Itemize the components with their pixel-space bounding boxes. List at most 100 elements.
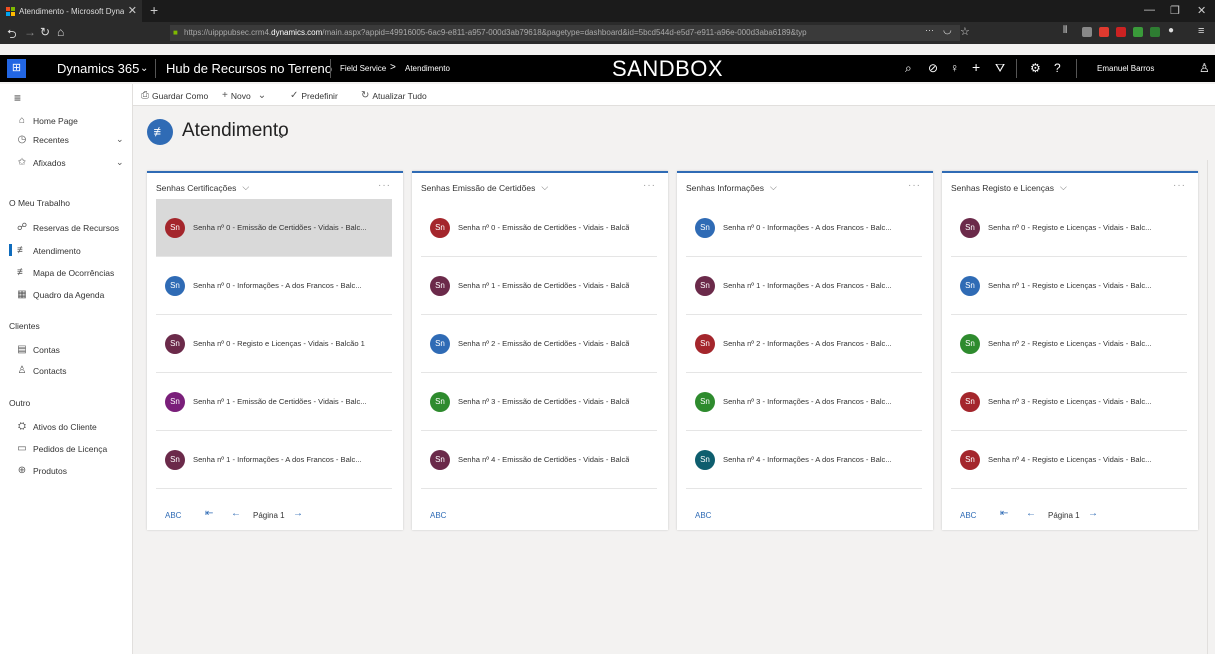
close-window-icon[interactable]: ✕: [1197, 4, 1206, 17]
back-icon[interactable]: ⮌: [7, 25, 17, 46]
advanced-find-icon[interactable]: ⛛: [995, 61, 1005, 76]
settings-icon[interactable]: ⚙: [1030, 61, 1041, 75]
previous-page-icon[interactable]: ←: [231, 508, 241, 519]
forward-icon[interactable]: →: [24, 25, 36, 39]
list-item-title[interactable]: Senha nº 0 - Emissão de Certidões - Vida…: [193, 223, 367, 232]
sidebar-icon[interactable]: [1082, 27, 1092, 37]
sidebar-item-license-requests[interactable]: ▭ Pedidos de Licença: [17, 443, 107, 454]
app-name[interactable]: Dynamics 365: [57, 61, 139, 76]
page-actions-button[interactable]: ···: [925, 25, 934, 35]
chevron-down-icon[interactable]: ⌄: [116, 157, 124, 168]
sidebar-item-accounts[interactable]: ▤ Contas: [17, 344, 60, 355]
chevron-down-icon[interactable]: ⌵: [541, 182, 548, 193]
list-item[interactable]: Sn Senha nº 2 - Registo e Licenças - Vida…: [951, 315, 1187, 373]
next-page-icon[interactable]: →: [1088, 508, 1098, 519]
sidebar-item-incident-map[interactable]: ≢ Mapa de Ocorrências: [17, 267, 114, 278]
bookmark-star-icon[interactable]: ☆: [960, 25, 970, 38]
extension-red-icon[interactable]: [1099, 27, 1109, 37]
sidebar-item-pinned[interactable]: ✩ Afixados: [17, 157, 66, 168]
user-icon[interactable]: ♙: [1199, 61, 1210, 75]
more-options-icon[interactable]: ···: [378, 180, 391, 191]
maximize-icon[interactable]: ❐: [1170, 4, 1180, 17]
panel-view-selector[interactable]: Senhas Informações ⌵: [686, 182, 777, 193]
set-default-button[interactable]: ✓ Predefinir: [290, 90, 338, 101]
save-as-button[interactable]: ⎙ Guardar Como: [141, 90, 208, 101]
refresh-all-button[interactable]: ↻ Atualizar Tudo: [361, 90, 427, 101]
pocket-icon[interactable]: ◡: [943, 25, 952, 36]
list-item-title[interactable]: Senha nº 2 - Registo e Licenças - Vidais…: [988, 339, 1151, 348]
list-item[interactable]: Sn Senha nº 4 - Emissão de Certidões - Vi…: [421, 431, 657, 489]
list-item-title[interactable]: Senha nº 1 - Informações - A dos Francos…: [723, 281, 892, 290]
list-item-title[interactable]: Senha nº 0 - Registo e Licenças - Vidais…: [193, 339, 365, 348]
list-item[interactable]: Sn Senha nº 0 - Registo e Licenças - Vida…: [156, 315, 392, 373]
sidebar-item-products[interactable]: ⊕ Produtos: [17, 465, 67, 476]
url-field[interactable]: ■ https://uipppubsec.crm4.dynamics.com/m…: [170, 25, 960, 41]
chevron-down-icon[interactable]: ⌄: [140, 63, 148, 74]
list-item-title[interactable]: Senha nº 3 - Emissão de Certidões - Vida…: [458, 397, 629, 406]
list-item[interactable]: Sn Senha nº 2 - Emissão de Certidões - Vi…: [421, 315, 657, 373]
sidebar-item-schedule-board[interactable]: ▦ Quadro da Agenda: [17, 289, 104, 300]
panel-view-selector[interactable]: Senhas Emissão de Certidões ⌵: [421, 182, 548, 193]
alphabet-filter[interactable]: ABC: [430, 511, 446, 520]
app-launcher-icon[interactable]: ⊞: [7, 59, 26, 78]
alphabet-filter[interactable]: ABC: [165, 511, 181, 520]
panel-view-selector[interactable]: Senhas Registo e Licenças ⌵: [951, 182, 1067, 193]
list-item-title[interactable]: Senha nº 1 - Informações - A dos Francos…: [193, 455, 362, 464]
list-item[interactable]: Sn Senha nº 0 - Informações - A dos Franc…: [156, 257, 392, 315]
first-page-icon[interactable]: ⇤: [1000, 508, 1008, 519]
chevron-down-icon[interactable]: ⌵: [242, 182, 249, 193]
hub-title[interactable]: Hub de Recursos no Terreno: [166, 61, 332, 76]
home-icon[interactable]: ⌂: [57, 25, 64, 39]
list-item[interactable]: Sn Senha nº 1 - Emissão de Certidões - Vi…: [421, 257, 657, 315]
list-item-title[interactable]: Senha nº 1 - Registo e Licenças - Vidais…: [988, 281, 1151, 290]
list-item-title[interactable]: Senha nº 4 - Informações - A dos Francos…: [723, 455, 892, 464]
reload-icon[interactable]: ↻: [40, 25, 50, 39]
chevron-down-icon[interactable]: ⌵: [770, 182, 777, 193]
list-item-title[interactable]: Senha nº 4 - Registo e Licenças - Vidais…: [988, 455, 1151, 464]
list-item-title[interactable]: Senha nº 0 - Emissão de Certidões - Vida…: [458, 223, 629, 232]
task-flow-icon[interactable]: ⊘: [928, 61, 938, 75]
more-options-icon[interactable]: ···: [1173, 180, 1186, 191]
list-item-title[interactable]: Senha nº 3 - Informações - A dos Francos…: [723, 397, 892, 406]
sidebar-item-contacts[interactable]: ♙ Contacts: [17, 365, 67, 376]
list-item[interactable]: Sn Senha nº 1 - Emissão de Certidões - Vi…: [156, 373, 392, 431]
list-item-title[interactable]: Senha nº 0 - Informações - A dos Francos…: [193, 281, 362, 290]
chevron-down-icon[interactable]: ⌄: [116, 134, 124, 145]
list-item[interactable]: Sn Senha nº 1 - Informações - A dos Franc…: [686, 257, 922, 315]
browser-tab[interactable]: Atendimento - Microsoft Dyna ✕: [0, 0, 142, 22]
list-item-title[interactable]: Senha nº 2 - Emissão de Certidões - Vida…: [458, 339, 629, 348]
search-icon[interactable]: ⌕: [905, 61, 912, 76]
sidebar-item-home[interactable]: ⌂ Home Page: [17, 115, 78, 126]
first-page-icon[interactable]: ⇤: [205, 508, 213, 519]
list-item[interactable]: Sn Senha nº 4 - Registo e Licenças - Vida…: [951, 431, 1187, 489]
list-item-title[interactable]: Senha nº 1 - Emissão de Certidões - Vida…: [193, 397, 367, 406]
list-item-title[interactable]: Senha nº 1 - Emissão de Certidões - Vida…: [458, 281, 629, 290]
extension-abp-icon[interactable]: [1116, 27, 1126, 37]
list-item[interactable]: Sn Senha nº 0 - Registo e Licenças - Vida…: [951, 199, 1187, 257]
list-item[interactable]: Sn Senha nº 3 - Emissão de Certidões - Vi…: [421, 373, 657, 431]
sidebar-item-customer-assets[interactable]: ⛭ Ativos do Cliente: [17, 421, 97, 432]
panel-view-selector[interactable]: Senhas Certificações ⌵: [156, 182, 249, 193]
new-button[interactable]: + Novo ⌄: [222, 90, 266, 101]
breadcrumb-area[interactable]: Field Service: [340, 64, 386, 73]
next-page-icon[interactable]: →: [293, 508, 303, 519]
list-item-title[interactable]: Senha nº 3 - Registo e Licenças - Vidais…: [988, 397, 1151, 406]
list-item[interactable]: Sn Senha nº 1 - Informações - A dos Franc…: [156, 431, 392, 489]
user-name[interactable]: Emanuel Barros: [1097, 64, 1154, 73]
list-item[interactable]: Sn Senha nº 4 - Informações - A dos Franc…: [686, 431, 922, 489]
scrollbar[interactable]: [1207, 160, 1215, 654]
help-icon[interactable]: ?: [1054, 61, 1061, 75]
list-item[interactable]: Sn Senha nº 0 - Informações - A dos Franc…: [686, 199, 922, 257]
library-icon[interactable]: ⫴: [1063, 25, 1067, 36]
alphabet-filter[interactable]: ABC: [960, 511, 976, 520]
more-options-icon[interactable]: ···: [643, 180, 656, 191]
sidebar-item-recent[interactable]: ◷ Recentes: [17, 134, 69, 145]
close-tab-icon[interactable]: ✕: [128, 4, 137, 17]
more-options-icon[interactable]: ···: [908, 180, 921, 191]
chevron-down-icon[interactable]: ⌵: [1060, 182, 1067, 193]
breadcrumb-page[interactable]: Atendimento: [405, 64, 450, 73]
alphabet-filter[interactable]: ABC: [695, 511, 711, 520]
extension-grid-icon[interactable]: [1150, 27, 1160, 37]
previous-page-icon[interactable]: ←: [1026, 508, 1036, 519]
extension-green-icon[interactable]: [1133, 27, 1143, 37]
